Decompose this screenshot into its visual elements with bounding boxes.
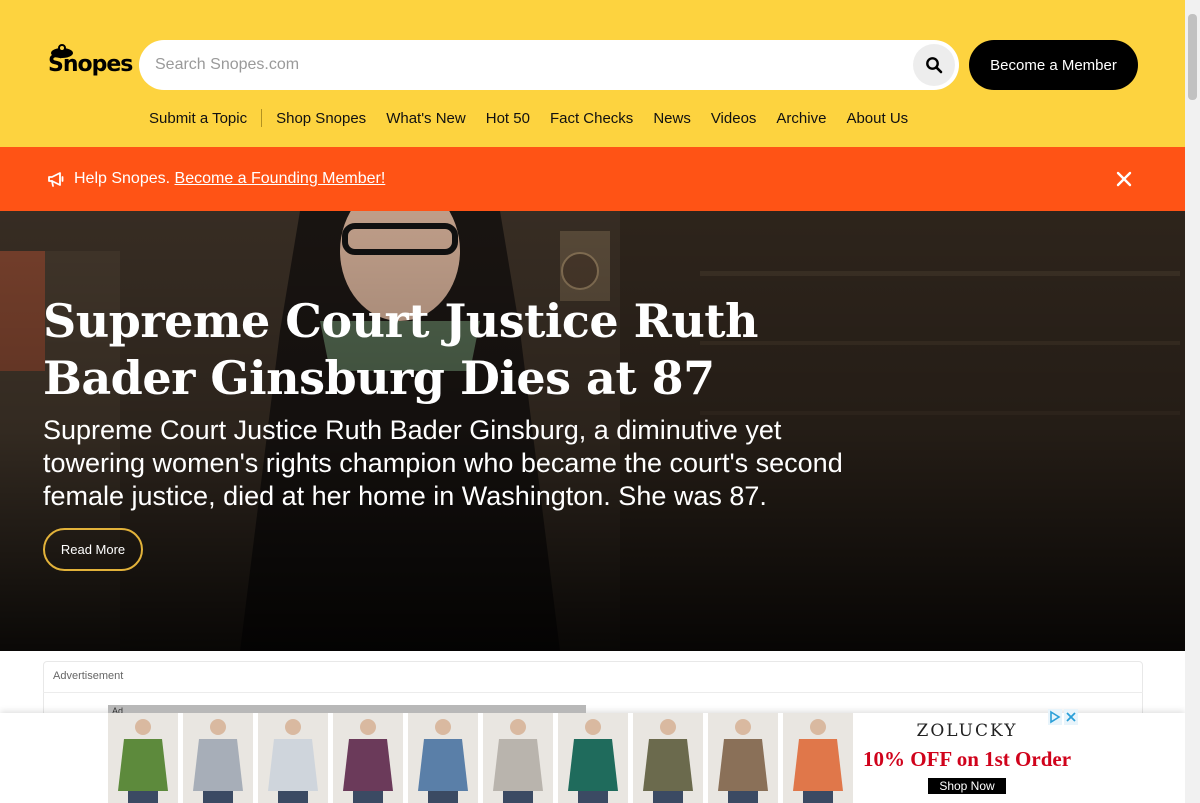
ad-product-row (108, 713, 858, 803)
ad-divider (43, 692, 1143, 693)
search-icon (926, 57, 943, 74)
story-summary: Supreme Court Justice Ruth Bader Ginsbur… (43, 415, 843, 511)
ad-product-image[interactable] (708, 713, 778, 803)
featured-story[interactable]: Supreme Court Justice Ruth Bader Ginsbur… (0, 211, 1185, 651)
nav-divider (261, 109, 263, 127)
advertisement-label: Advertisement (53, 670, 124, 682)
banner-prefix: Help Snopes. (74, 170, 171, 187)
read-more-button[interactable]: Read More (43, 528, 143, 571)
nav-about-us[interactable]: About Us (846, 110, 908, 127)
ad-product-image[interactable] (408, 713, 478, 803)
page-scrollbar[interactable] (1185, 0, 1200, 803)
search-input[interactable] (155, 53, 895, 77)
search-bar (139, 40, 959, 90)
nav-fact-checks[interactable]: Fact Checks (550, 110, 633, 127)
nav-videos[interactable]: Videos (711, 110, 757, 127)
zolucky-ad[interactable]: Ad ZOLUCKY 10% OFF on 1st Order Shop Now (108, 705, 1078, 803)
search-button[interactable] (913, 44, 955, 86)
ad-offer-text: 10% OFF on 1st Order (862, 747, 1072, 771)
story-title[interactable]: Supreme Court Justice Ruth Bader Ginsbur… (43, 293, 903, 407)
ad-product-image[interactable] (783, 713, 853, 803)
megaphone-icon (48, 172, 64, 187)
site-header: Snopes Become a Member Submit a Topic Sh… (0, 0, 1185, 147)
ad-product-image[interactable] (483, 713, 553, 803)
ad-product-image[interactable] (258, 713, 328, 803)
ad-product-image[interactable] (633, 713, 703, 803)
nav-submit-topic[interactable]: Submit a Topic (149, 110, 247, 127)
nav-hot-50[interactable]: Hot 50 (486, 110, 530, 127)
ad-product-image[interactable] (183, 713, 253, 803)
nav-news[interactable]: News (653, 110, 691, 127)
main-nav: Submit a Topic Shop Snopes What's New Ho… (149, 108, 928, 128)
banner-message: Help Snopes. Become a Founding Member! (74, 170, 385, 188)
snopes-home-page: Snopes Become a Member Submit a Topic Sh… (0, 0, 1200, 803)
close-icon[interactable] (1114, 169, 1134, 189)
nav-whats-new[interactable]: What's New (386, 110, 466, 127)
nav-shop-snopes[interactable]: Shop Snopes (276, 110, 366, 127)
snopes-logo[interactable]: Snopes (46, 40, 133, 80)
membership-banner: Help Snopes. Become a Founding Member! (0, 147, 1185, 211)
logo-text: Snopes (48, 52, 133, 77)
become-member-button[interactable]: Become a Member (969, 40, 1138, 90)
nav-archive[interactable]: Archive (776, 110, 826, 127)
ad-product-image[interactable] (558, 713, 628, 803)
founding-member-link[interactable]: Become a Founding Member! (175, 170, 386, 187)
scrollbar-thumb[interactable] (1188, 14, 1197, 100)
shop-now-button[interactable]: Shop Now (928, 778, 1006, 794)
ad-product-image[interactable] (108, 713, 178, 803)
ad-promo: ZOLUCKY 10% OFF on 1st Order Shop Now (856, 705, 1078, 803)
ad-product-image[interactable] (333, 713, 403, 803)
ad-brand-name: ZOLUCKY (916, 721, 1018, 741)
ad-progress-bar (108, 705, 586, 713)
